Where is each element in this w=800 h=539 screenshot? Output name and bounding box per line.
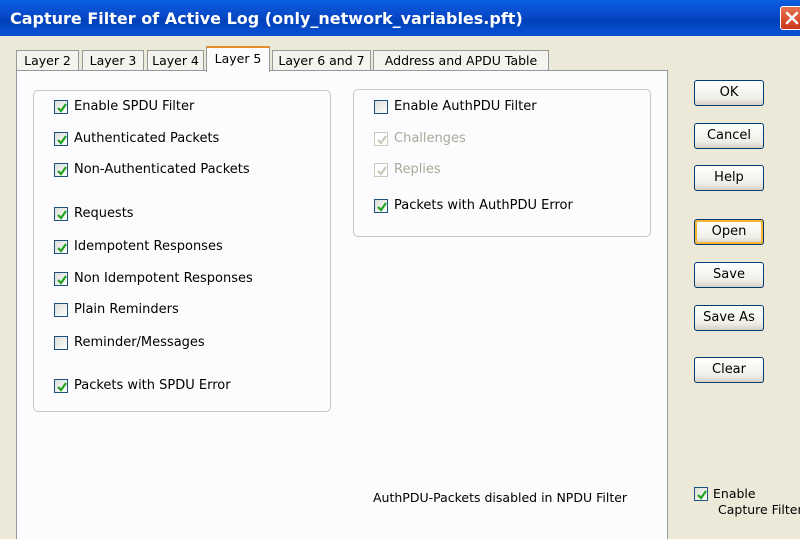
save-as-button[interactable]: Save As bbox=[694, 305, 764, 331]
tab-layer-4[interactable]: Layer 4 bbox=[147, 50, 204, 72]
cancel-button[interactable]: Cancel bbox=[694, 123, 764, 149]
checkbox-box bbox=[54, 163, 68, 177]
tab-layer-6-and-7[interactable]: Layer 6 and 7 bbox=[272, 50, 371, 72]
checkbox-label: Reminder/Messages bbox=[74, 335, 205, 350]
open-button[interactable]: Open bbox=[694, 219, 764, 245]
checkbox-label: Non-Authenticated Packets bbox=[74, 162, 250, 177]
checkbox-box bbox=[374, 132, 388, 146]
checkmark-icon bbox=[57, 103, 67, 113]
checkbox-label: Enable AuthPDU Filter bbox=[394, 99, 537, 114]
checkbox-label: Enable SPDU Filter bbox=[74, 99, 195, 114]
enable-capture-label-line1: Enable bbox=[713, 486, 756, 501]
dialog-content: Layer 2 Layer 3 Layer 4 Layer 5 Layer 6 … bbox=[0, 36, 800, 539]
checkbox-box bbox=[54, 132, 68, 146]
checkbox-label: Plain Reminders bbox=[74, 302, 179, 317]
checkbox-label: Authenticated Packets bbox=[74, 131, 220, 146]
checkmark-icon bbox=[377, 202, 387, 212]
tab-layer-5[interactable]: Layer 5 bbox=[206, 46, 270, 72]
checkmark-icon bbox=[57, 243, 67, 253]
checkbox-box bbox=[374, 100, 388, 114]
window-title: Capture Filter of Active Log (only_netwo… bbox=[10, 9, 523, 28]
checkbox-label: Challenges bbox=[394, 131, 466, 146]
authpdu-disabled-note: AuthPDU-Packets disabled in NPDU Filter bbox=[373, 490, 628, 505]
checkbox-box bbox=[374, 163, 388, 177]
checkbox-label: Replies bbox=[394, 162, 441, 177]
checkbox-label: Packets with SPDU Error bbox=[74, 378, 231, 393]
checkbox-box bbox=[54, 272, 68, 286]
checkbox-box bbox=[54, 100, 68, 114]
save-button[interactable]: Save bbox=[694, 262, 764, 288]
enable-capture-label-line2: Capture Filter bbox=[718, 502, 800, 517]
checkmark-icon bbox=[697, 490, 707, 500]
title-bar[interactable]: Capture Filter of Active Log (only_netwo… bbox=[0, 0, 800, 36]
checkbox-label: Idempotent Responses bbox=[74, 239, 223, 254]
checkbox-label: Non Idempotent Responses bbox=[74, 271, 253, 286]
tab-layer-2[interactable]: Layer 2 bbox=[16, 50, 79, 72]
checkbox-box bbox=[54, 379, 68, 393]
close-icon bbox=[785, 11, 799, 25]
checkbox-box bbox=[374, 199, 388, 213]
checkmark-icon bbox=[377, 166, 387, 176]
checkbox-box bbox=[54, 207, 68, 221]
checkbox-box bbox=[694, 487, 708, 501]
checkmark-icon bbox=[57, 135, 67, 145]
checkmark-icon bbox=[57, 382, 67, 392]
checkbox-label: Packets with AuthPDU Error bbox=[394, 198, 573, 213]
help-button[interactable]: Help bbox=[694, 165, 764, 191]
spdu-filter-group: Enable SPDU Filter Authenticated Packets… bbox=[33, 90, 331, 412]
checkmark-icon bbox=[57, 210, 67, 220]
ok-button[interactable]: OK bbox=[694, 80, 764, 106]
checkmark-icon bbox=[57, 166, 67, 176]
checkbox-box bbox=[54, 336, 68, 350]
checkbox-box bbox=[54, 303, 68, 317]
checkbox-label: Requests bbox=[74, 206, 134, 221]
tab-layer-3[interactable]: Layer 3 bbox=[82, 50, 144, 72]
authpdu-filter-group: Enable AuthPDU Filter Challenges Replies… bbox=[353, 89, 651, 237]
close-button[interactable] bbox=[780, 6, 800, 30]
clear-button[interactable]: Clear bbox=[694, 357, 764, 383]
checkmark-icon bbox=[57, 275, 67, 285]
checkbox-box bbox=[54, 240, 68, 254]
tab-address-and-apdu-table[interactable]: Address and APDU Table bbox=[373, 50, 549, 72]
checkmark-icon bbox=[377, 135, 387, 145]
tab-panel-layer-5: Enable SPDU Filter Authenticated Packets… bbox=[16, 70, 668, 539]
